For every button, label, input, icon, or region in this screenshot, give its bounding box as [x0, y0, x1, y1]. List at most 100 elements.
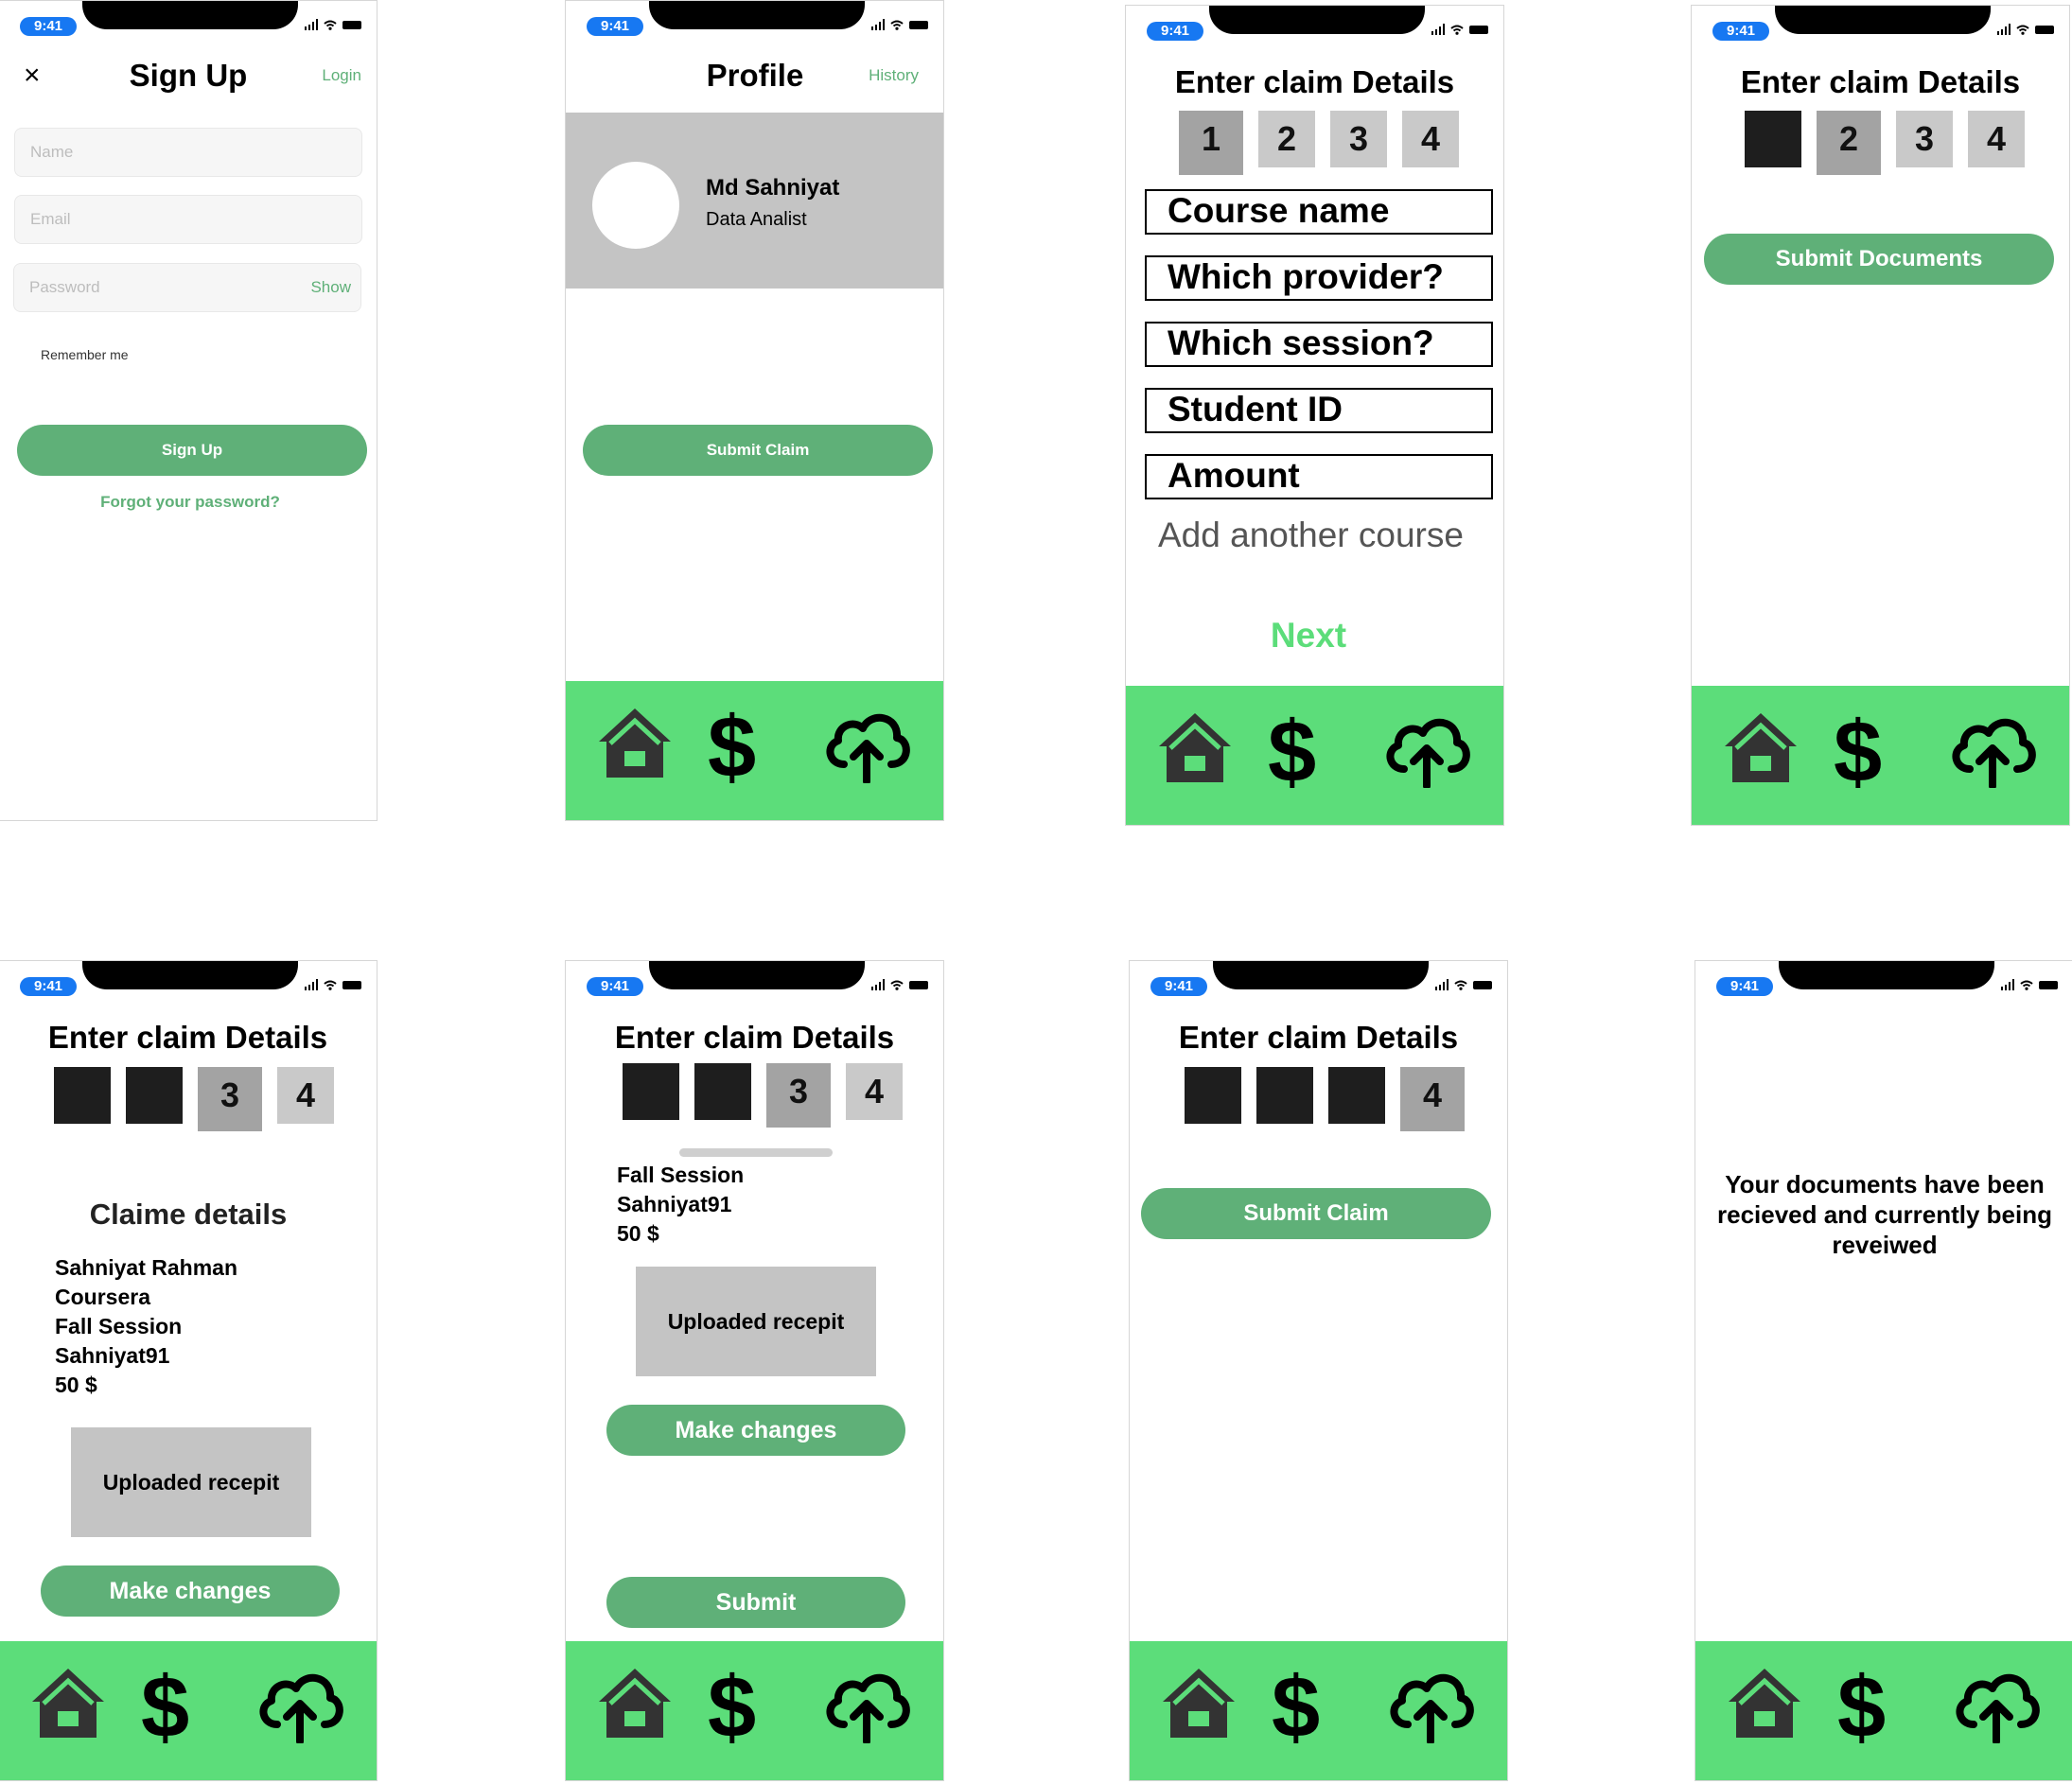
confirmation-message: Your documents have been recieved and cu… — [1716, 1170, 2052, 1259]
cloud-upload-icon[interactable] — [1385, 1666, 1476, 1743]
submit-claim-button[interactable]: Submit Claim — [1141, 1188, 1491, 1239]
step-4: 4 — [1400, 1067, 1465, 1131]
email-field[interactable]: Email — [14, 195, 362, 244]
provider-field[interactable]: Which provider? — [1145, 255, 1493, 301]
bottom-nav: $ — [1692, 686, 2069, 825]
dollar-icon[interactable]: $ — [1837, 1660, 1886, 1755]
scroll-handle[interactable] — [679, 1148, 833, 1157]
step-2: 2 — [1258, 111, 1315, 167]
status-time: 9:41 — [1150, 977, 1207, 996]
phone-claim-step-2: 9:41 Enter claim Details 2 3 4 Submit Do… — [1691, 5, 2070, 826]
show-password-toggle[interactable]: Show — [310, 264, 351, 311]
battery-icon — [2035, 25, 2054, 34]
dollar-icon[interactable]: $ — [1268, 705, 1316, 799]
name-field[interactable]: Name — [14, 128, 362, 177]
status-time: 9:41 — [587, 977, 643, 996]
page-title: Enter claim Details — [1174, 64, 1455, 99]
cloud-upload-icon[interactable] — [1381, 710, 1472, 788]
page-title: Enter claim Details — [614, 1020, 895, 1055]
uploaded-receipt[interactable]: Uploaded recepit — [636, 1267, 876, 1376]
profile-card: Md Sahniyat Data Analist — [566, 113, 943, 289]
phone-claim-step-1: 9:41 Enter claim Details 1 2 3 4 Course … — [1125, 5, 1504, 826]
phone-profile: 9:41 Profile History Md Sahniyat Data An… — [565, 0, 944, 821]
signal-icon — [870, 979, 885, 990]
history-link[interactable]: History — [869, 66, 919, 85]
step-4: 4 — [277, 1067, 334, 1124]
home-icon[interactable] — [1161, 1666, 1237, 1740]
status-icons — [2000, 979, 2058, 990]
home-icon[interactable] — [1157, 710, 1233, 784]
step-2 — [694, 1063, 751, 1120]
page-title: Sign Up — [129, 58, 248, 93]
battery-icon — [1469, 25, 1488, 34]
notch — [649, 1, 865, 29]
status-icons — [1431, 24, 1488, 35]
course-name-field[interactable]: Course name — [1145, 189, 1493, 235]
signal-icon — [1434, 979, 1449, 990]
dollar-icon[interactable]: $ — [708, 1660, 756, 1755]
student-id-field[interactable]: Student ID — [1145, 388, 1493, 433]
wifi-icon — [1454, 980, 1467, 990]
dollar-icon[interactable]: $ — [1834, 705, 1882, 799]
step-indicator: 1 2 3 4 — [1179, 111, 1459, 175]
cloud-upload-icon[interactable] — [255, 1666, 345, 1743]
step-3: 3 — [1330, 111, 1387, 167]
wifi-icon — [1450, 25, 1464, 35]
login-link[interactable]: Login — [322, 66, 361, 85]
dollar-icon[interactable]: $ — [1272, 1660, 1320, 1755]
detail-name: Sahniyat Rahman — [55, 1255, 237, 1280]
claim-details-list: Fall Session Sahniyat91 50 $ — [617, 1161, 744, 1249]
cloud-upload-icon[interactable] — [1951, 1666, 2042, 1743]
cloud-upload-icon[interactable] — [821, 1666, 912, 1743]
user-name: Md Sahniyat — [706, 175, 840, 201]
sign-up-button[interactable]: Sign Up — [17, 425, 367, 476]
notch — [1209, 6, 1425, 34]
step-3: 3 — [1896, 111, 1953, 167]
submit-documents-button[interactable]: Submit Documents — [1704, 234, 2054, 285]
step-indicator: 3 4 — [623, 1063, 903, 1128]
step-1 — [1745, 111, 1801, 167]
forgot-password-link[interactable]: Forgot your password? — [0, 493, 377, 512]
section-title: Claime details — [89, 1198, 288, 1231]
add-course-link[interactable]: Add another course — [1158, 516, 1464, 555]
remember-me-label[interactable]: Remember me — [41, 347, 129, 362]
detail-session: Fall Session — [55, 1314, 183, 1338]
session-field[interactable]: Which session? — [1145, 322, 1493, 367]
next-button[interactable]: Next — [1126, 616, 1491, 656]
status-time: 9:41 — [20, 17, 77, 36]
home-icon[interactable] — [30, 1666, 106, 1740]
claim-details-list: Sahniyat Rahman Coursera Fall Session Sa… — [55, 1253, 237, 1400]
make-changes-button[interactable]: Make changes — [41, 1565, 340, 1617]
phone-signup: 9:41 × Sign Up Login Name Email Password… — [0, 0, 378, 821]
password-field[interactable]: Password Show — [13, 263, 361, 312]
make-changes-button[interactable]: Make changes — [606, 1405, 905, 1456]
status-time: 9:41 — [1712, 22, 1769, 41]
home-icon[interactable] — [597, 1666, 673, 1740]
step-4: 4 — [846, 1063, 903, 1120]
dollar-icon[interactable]: $ — [708, 700, 756, 795]
home-icon[interactable] — [597, 706, 673, 779]
status-icons — [870, 979, 928, 990]
battery-icon — [342, 980, 361, 989]
cloud-upload-icon[interactable] — [1947, 710, 2038, 788]
uploaded-receipt[interactable]: Uploaded recepit — [71, 1427, 311, 1537]
cloud-upload-icon[interactable] — [821, 706, 912, 783]
submit-button[interactable]: Submit — [606, 1577, 905, 1628]
signal-icon — [870, 19, 885, 30]
bottom-nav: $ — [1130, 1641, 1507, 1780]
step-2: 2 — [1817, 111, 1881, 175]
home-icon[interactable] — [1727, 1666, 1802, 1740]
detail-student-id: Sahniyat91 — [55, 1343, 170, 1368]
signal-icon — [1431, 24, 1445, 35]
status-time: 9:41 — [1147, 22, 1203, 41]
signal-icon — [304, 979, 318, 990]
notch — [649, 961, 865, 989]
phone-claim-step-3-details: 9:41 Enter claim Details 3 4 Claime deta… — [0, 960, 378, 1781]
home-icon[interactable] — [1723, 710, 1799, 784]
bottom-nav: $ — [1126, 686, 1503, 825]
amount-field[interactable]: Amount — [1145, 454, 1493, 499]
submit-claim-button[interactable]: Submit Claim — [583, 425, 933, 476]
dollar-icon[interactable]: $ — [141, 1660, 189, 1755]
status-time: 9:41 — [587, 17, 643, 36]
bottom-nav: $ — [0, 1641, 377, 1780]
